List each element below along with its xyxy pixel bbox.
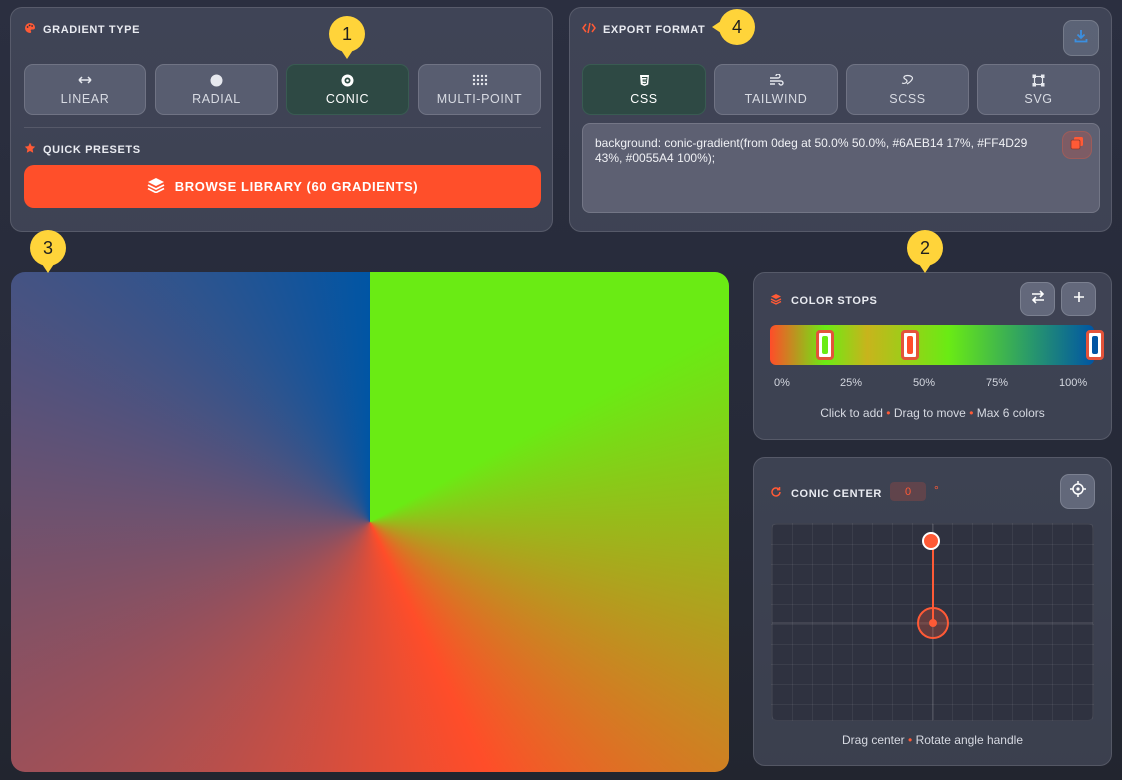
palette-icon [24, 22, 36, 37]
hint-drag-center: Drag center [841, 733, 905, 747]
css-code-text: background: conic-gradient(from 0deg at … [595, 136, 1028, 165]
center-drag-handle[interactable] [917, 607, 949, 639]
format-button-svg[interactable]: SVG [977, 64, 1100, 115]
crosshair-icon [1069, 481, 1086, 502]
star-icon [24, 142, 36, 157]
gradient-type-label: GRADIENT TYPE [43, 23, 141, 36]
code-icon [582, 22, 596, 37]
callout-badge-4: 4 [712, 9, 755, 45]
stop-tick-50: 50% [913, 377, 936, 389]
type-button-label: LINEAR [60, 91, 110, 106]
badge-number: 1 [341, 23, 352, 44]
stop-tick-75: 75% [986, 377, 1009, 389]
color-stop-swatch [1092, 336, 1098, 354]
hint-drag-to-move: Drag to move [893, 406, 966, 420]
format-button-css[interactable]: CSS [582, 64, 706, 115]
reverse-stops-button[interactable] [1020, 282, 1055, 316]
format-button-label: SVG [1024, 91, 1053, 106]
format-button-label: SCSS [889, 91, 926, 106]
browse-library-button[interactable]: BROWSE LIBRARY (60 GRADIENTS) [24, 165, 541, 208]
copy-icon [1070, 136, 1084, 155]
angle-rotate-handle[interactable] [922, 532, 940, 550]
css3-icon [639, 74, 650, 87]
gradient-type-panel: GRADIENT TYPE LINEAR RADIAL CONIC MULTI-… [10, 7, 553, 232]
hint-click-to-add: Click to add [820, 406, 883, 420]
grid-dots-icon [472, 74, 488, 87]
gradient-preview[interactable] [11, 272, 729, 772]
quick-presets-label: QUICK PRESETS [43, 143, 141, 156]
type-button-radial[interactable]: RADIAL [155, 64, 278, 115]
type-button-label: MULTI-POINT [436, 91, 523, 106]
format-button-label: CSS [630, 91, 658, 106]
layers-icon [770, 293, 782, 308]
color-stops-title: COLOR STOPS [770, 293, 877, 308]
color-stop-handle[interactable] [1086, 330, 1104, 360]
format-button-scss[interactable]: SCSS [846, 64, 969, 115]
panel-divider [24, 127, 541, 128]
sass-icon [899, 74, 917, 87]
hint-max-colors: Max 6 colors [976, 406, 1045, 420]
color-stop-swatch [907, 336, 913, 354]
color-stop-handle[interactable] [901, 330, 919, 360]
add-stop-button[interactable] [1061, 282, 1096, 316]
download-icon [1074, 29, 1088, 48]
center-dot [929, 619, 937, 627]
export-format-panel: EXPORT FORMAT CSS TAILWIND SCSS SVG back… [569, 7, 1112, 232]
hint-rotate-angle: Rotate angle handle [915, 733, 1023, 747]
type-button-label: RADIAL [192, 91, 241, 106]
circle-icon [210, 74, 223, 87]
copy-button[interactable] [1062, 131, 1092, 159]
type-button-multi-point[interactable]: MULTI-POINT [418, 64, 541, 115]
layers-icon [147, 177, 165, 196]
bullet-separator: • [969, 406, 974, 420]
rotate-icon [770, 486, 782, 501]
callout-badge-1: 1 [329, 16, 365, 59]
badge-number: 2 [919, 237, 930, 258]
css-code-output[interactable]: background: conic-gradient(from 0deg at … [582, 123, 1100, 213]
format-button-label: TAILWIND [744, 91, 808, 106]
type-button-label: CONIC [325, 91, 370, 106]
swap-arrows-icon [1030, 289, 1046, 309]
angle-unit: ° [934, 483, 939, 497]
badge-number: 4 [731, 16, 742, 37]
angle-value-input[interactable]: 0 [890, 482, 926, 501]
type-button-linear[interactable]: LINEAR [24, 64, 146, 115]
recenter-button[interactable] [1060, 474, 1095, 509]
plus-icon [1073, 290, 1085, 308]
color-stop-handle[interactable] [816, 330, 834, 360]
vector-square-icon [1032, 74, 1045, 87]
conic-icon [341, 74, 354, 87]
badge-number: 3 [42, 237, 53, 258]
callout-badge-2: 2 [907, 230, 943, 273]
stop-tick-100: 100% [1059, 377, 1088, 389]
color-stops-label: COLOR STOPS [791, 294, 878, 307]
conic-center-label: CONIC CENTER [791, 487, 882, 500]
browse-library-label: BROWSE LIBRARY (60 GRADIENTS) [174, 179, 419, 194]
callout-badge-3: 3 [30, 230, 66, 273]
conic-center-canvas[interactable] [771, 523, 1094, 721]
type-button-conic[interactable]: CONIC [286, 64, 409, 115]
export-format-label: EXPORT FORMAT [603, 23, 706, 36]
conic-center-title: CONIC CENTER [770, 486, 882, 501]
arrows-horizontal-icon [78, 74, 92, 87]
export-format-title: EXPORT FORMAT [582, 22, 705, 37]
wind-icon [769, 74, 784, 87]
conic-center-hint: Drag center • Rotate angle handle [753, 733, 1112, 747]
stop-tick-25: 25% [840, 377, 863, 389]
bullet-separator: • [886, 406, 891, 420]
stop-tick-0: 0% [774, 377, 790, 389]
quick-presets-title: QUICK PRESETS [24, 142, 141, 157]
color-stops-hint: Click to add • Drag to move • Max 6 colo… [753, 406, 1112, 420]
angle-value: 0 [904, 485, 912, 498]
gradient-type-title: GRADIENT TYPE [24, 22, 140, 37]
color-stop-swatch [822, 336, 828, 354]
bullet-separator: • [908, 733, 913, 747]
format-button-tailwind[interactable]: TAILWIND [714, 64, 838, 115]
download-button[interactable] [1063, 20, 1099, 56]
